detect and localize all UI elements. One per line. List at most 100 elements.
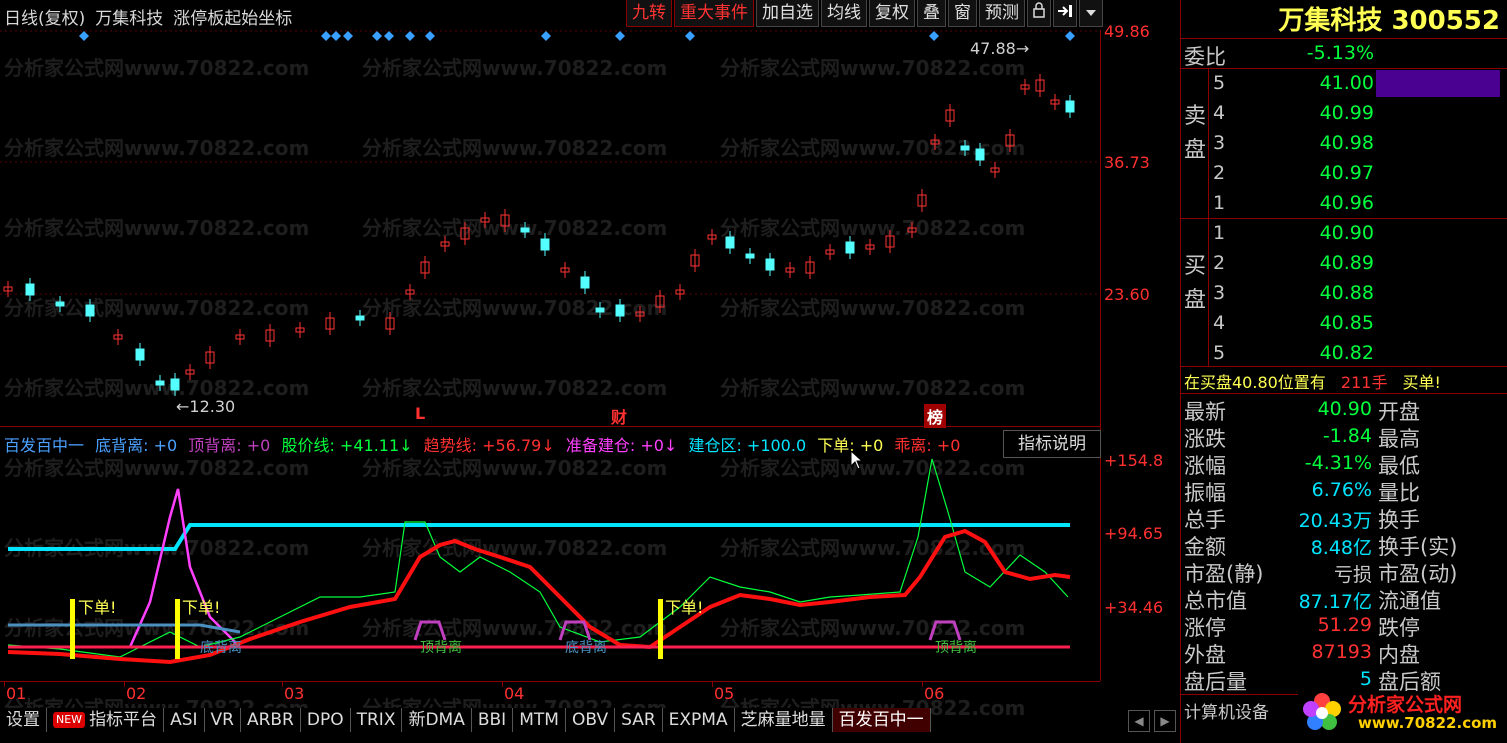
candle-body: [615, 304, 625, 317]
candle-body: [960, 145, 970, 151]
quote-label-right: 换手(实): [1378, 535, 1458, 559]
ask-price[interactable]: 40.96: [1290, 192, 1374, 214]
tab-asi[interactable]: ASI: [164, 708, 205, 732]
quote-label-right: 内盘: [1378, 643, 1420, 667]
tab-dpo[interactable]: DPO: [300, 708, 351, 732]
price-axis-label-mid: 36.73: [1104, 153, 1150, 172]
candle-body: [845, 241, 855, 254]
bottom-divergence-label: 底背离: [565, 639, 607, 656]
quote-label: 总手: [1184, 508, 1226, 532]
bid-price[interactable]: 40.90: [1290, 222, 1374, 244]
signal-diamond-icon: [405, 31, 415, 41]
signal-diamond-icon: [372, 31, 382, 41]
date-tick: [712, 681, 713, 687]
bid-level: 2: [1213, 252, 1226, 274]
ask-level: 4: [1213, 102, 1226, 124]
quote-value: 40.90: [1317, 398, 1372, 420]
candle-body: [520, 227, 530, 233]
tab-zhima-volume[interactable]: 芝麻量地量: [734, 708, 833, 732]
quote-label: 盘后量: [1184, 670, 1247, 694]
quote-value: 8.48亿: [1310, 537, 1372, 559]
indicator-chart: 下单! 下单! 下单! 顶背离 顶背离 底背离 底背离: [7, 458, 1071, 665]
quote-label-right: 量比: [1378, 481, 1420, 505]
bid-price[interactable]: 40.85: [1290, 312, 1374, 334]
signal-diamond-icon: [384, 31, 394, 41]
quote-label: 涨幅: [1184, 454, 1226, 478]
candle-body: [155, 380, 165, 386]
bid-price[interactable]: 40.82: [1290, 342, 1374, 364]
indicator-tab-bar: 设置 NEW 指标平台 ASI VR ARBR DPO TRIX 新DMA BBI…: [0, 708, 1180, 743]
new-badge: NEW: [53, 712, 86, 728]
quote-label: 最新: [1184, 400, 1226, 424]
ask-level: 3: [1213, 132, 1226, 154]
scroll-left-icon[interactable]: ◀: [1128, 710, 1150, 732]
tab-indicator-platform[interactable]: NEW 指标平台: [47, 708, 165, 732]
indicator-axis-label-top: +154.8: [1104, 451, 1164, 470]
low-price-annotation: ←12.30: [176, 397, 236, 416]
logo-url: www.70822.com: [1358, 714, 1498, 732]
ask-level: 5: [1213, 72, 1226, 94]
tab-settings[interactable]: 设置: [0, 708, 47, 732]
bid-price[interactable]: 40.88: [1290, 282, 1374, 304]
ask-price[interactable]: 40.99: [1290, 102, 1374, 124]
event-marker-l[interactable]: L: [412, 404, 428, 423]
quote-value: 51.29: [1317, 614, 1372, 636]
candle-body: [745, 253, 755, 259]
quote-label: 金额: [1184, 535, 1226, 559]
date-tick: [282, 681, 283, 687]
event-marker-billboard[interactable]: 榜: [924, 404, 947, 428]
ask-price[interactable]: 41.00: [1290, 72, 1374, 94]
tab-obv[interactable]: OBV: [565, 708, 616, 732]
tab-mtm[interactable]: MTM: [513, 708, 566, 732]
quote-value: 5: [1359, 668, 1372, 690]
order-signal-bar: [658, 599, 663, 659]
quote-label: 总市值: [1184, 589, 1247, 613]
quote-value: -4.31%: [1304, 452, 1372, 474]
bottom-divergence-label: 底背离: [200, 639, 242, 656]
date-label: 01: [6, 684, 27, 703]
order-signal-bar: [175, 599, 180, 659]
tab-indicator-platform-label: 指标平台: [89, 710, 158, 730]
signal-diamond-icon: [1065, 31, 1075, 41]
candle-body: [170, 378, 180, 391]
quote-label: 市盈(静): [1184, 562, 1264, 586]
tab-trix[interactable]: TRIX: [350, 708, 403, 732]
candle-body: [595, 307, 605, 313]
quote-value: 亏损: [1333, 564, 1372, 586]
quote-label: 涨跌: [1184, 427, 1226, 451]
price-axis-label-low: 23.60: [1104, 285, 1150, 304]
bid-level: 3: [1213, 282, 1226, 304]
quote-label: 涨停: [1184, 616, 1226, 640]
candle-body: [765, 258, 775, 271]
scroll-right-icon[interactable]: ▶: [1154, 710, 1176, 732]
prepare-position-line: [8, 488, 241, 649]
quote-label-right: 最低: [1378, 454, 1420, 478]
signal-diamond-icon: [541, 31, 551, 41]
tab-arbr[interactable]: ARBR: [240, 708, 301, 732]
candlestick-chart: [0, 30, 1100, 396]
tab-new-dma[interactable]: 新DMA: [402, 708, 472, 732]
event-marker-finance[interactable]: 财: [608, 404, 630, 428]
candle-body: [25, 283, 35, 296]
date-label: 05: [714, 684, 735, 703]
weibi-value: -5.13%: [1306, 42, 1374, 64]
signal-diamond-icon: [929, 31, 939, 41]
tab-expma[interactable]: EXPMA: [662, 708, 735, 732]
date-tick: [4, 681, 5, 687]
tab-bbi[interactable]: BBI: [471, 708, 514, 732]
candle-body: [580, 276, 590, 289]
signal-diamond-icon: [615, 31, 625, 41]
notice-quantity: 211手: [1340, 373, 1388, 392]
date-label: 04: [504, 684, 525, 703]
date-tick: [502, 681, 503, 687]
tab-sar[interactable]: SAR: [615, 708, 663, 732]
ask-price[interactable]: 40.98: [1290, 132, 1374, 154]
ask-level: 2: [1213, 162, 1226, 184]
bid-price[interactable]: 40.89: [1290, 252, 1374, 274]
date-tick: [922, 681, 923, 687]
ask-price[interactable]: 40.97: [1290, 162, 1374, 184]
tab-baifa-baizhong[interactable]: 百发百中一: [832, 708, 931, 732]
industry-label[interactable]: 计算机设备: [1184, 698, 1269, 723]
tab-vr[interactable]: VR: [204, 708, 241, 732]
ask-level: 1: [1213, 192, 1226, 214]
